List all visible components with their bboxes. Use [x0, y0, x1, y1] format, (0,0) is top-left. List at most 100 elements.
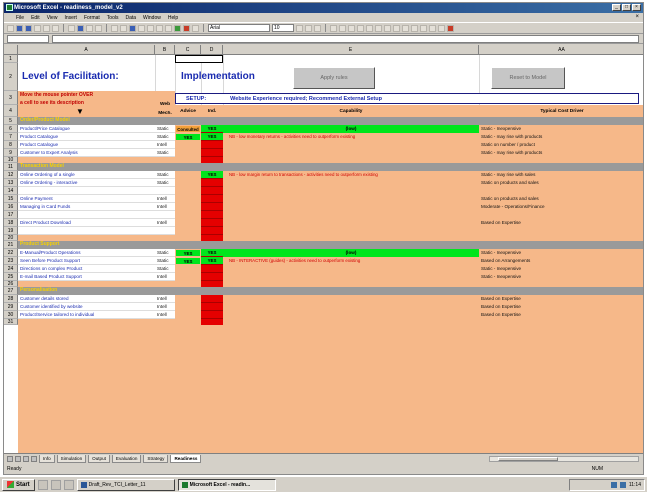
tray-volume-icon[interactable] [619, 482, 626, 488]
open-icon[interactable] [16, 24, 23, 32]
borders-icon[interactable] [429, 24, 436, 32]
scrollbar-thumb[interactable] [498, 457, 558, 461]
percent-icon[interactable] [375, 24, 382, 32]
row-header[interactable]: 8 [4, 141, 18, 149]
redo-icon[interactable] [120, 24, 127, 32]
new-icon[interactable] [7, 24, 14, 32]
reset-to-model-button[interactable]: Reset to Model [491, 67, 565, 89]
column-header-e[interactable]: E [223, 45, 479, 55]
currency-icon[interactable] [366, 24, 373, 32]
row-header[interactable]: 12 [4, 171, 18, 179]
menu-insert[interactable]: Insert [64, 15, 77, 21]
font-color-icon[interactable] [447, 24, 454, 32]
row-header[interactable]: 21 [4, 241, 18, 249]
quicklaunch-desktop-icon[interactable] [37, 479, 48, 490]
autosum-icon[interactable] [138, 24, 145, 32]
sort-descending-icon[interactable] [165, 24, 172, 32]
sheet-tab-simulation[interactable]: Simulation [56, 454, 87, 463]
sheet-tab-strategy[interactable]: Strategy [143, 454, 169, 463]
row-header[interactable]: 31 [4, 319, 18, 325]
align-right-icon[interactable] [348, 24, 355, 32]
copy-icon[interactable] [77, 24, 84, 32]
column-header-d[interactable]: D [201, 45, 223, 55]
function-icon[interactable] [147, 24, 154, 32]
select-all-corner[interactable] [4, 45, 18, 55]
align-center-icon[interactable] [339, 24, 346, 32]
menu-edit[interactable]: Edit [31, 15, 40, 21]
sheet-tab-evaluation[interactable]: Evaluation [111, 454, 142, 463]
column-header-b[interactable]: B [155, 45, 175, 55]
row-header[interactable]: 25 [4, 273, 18, 281]
minimize-button[interactable]: _ [612, 4, 621, 11]
row-header[interactable]: 29 [4, 303, 18, 311]
menu-view[interactable]: View [47, 15, 58, 21]
italic-icon[interactable] [305, 24, 312, 32]
menu-tools[interactable]: Tools [107, 15, 119, 21]
font-name-select[interactable]: Arial [208, 24, 270, 32]
merge-center-icon[interactable] [357, 24, 364, 32]
bold-icon[interactable] [296, 24, 303, 32]
menu-help[interactable]: Help [168, 15, 178, 21]
first-sheet-button[interactable] [7, 455, 13, 462]
formula-input[interactable] [52, 34, 639, 43]
row-header[interactable]: 3 [4, 91, 18, 105]
align-left-icon[interactable] [330, 24, 337, 32]
format-painter-icon[interactable] [95, 24, 102, 32]
paste-icon[interactable] [86, 24, 93, 32]
next-sheet-button[interactable] [23, 455, 29, 462]
row-header[interactable]: 14 [4, 187, 18, 195]
hyperlink-icon[interactable] [129, 24, 136, 32]
sheet-tab-info[interactable]: Info [39, 454, 55, 463]
save-icon[interactable] [25, 24, 32, 32]
row-header[interactable]: 2 [4, 63, 18, 91]
menu-window[interactable]: Window [143, 15, 161, 21]
worksheet[interactable]: Level of Facilitation: Implementation Appl… [4, 45, 643, 453]
horizontal-scrollbar[interactable] [489, 456, 639, 462]
row-header[interactable]: 1 [4, 55, 18, 63]
last-sheet-button[interactable] [31, 455, 37, 462]
excel-app-icon[interactable] [6, 4, 13, 11]
tray-network-icon[interactable] [610, 482, 617, 488]
title-bar[interactable]: Microsoft Excel - readiness_model_v2 _ □… [4, 3, 643, 13]
drawing-icon[interactable] [183, 24, 190, 32]
spelling-icon[interactable] [52, 24, 59, 32]
column-header-a[interactable]: A [18, 45, 155, 55]
sort-ascending-icon[interactable] [156, 24, 163, 32]
row-header[interactable]: 19 [4, 227, 18, 235]
decrease-indent-icon[interactable] [411, 24, 418, 32]
undo-icon[interactable] [111, 24, 118, 32]
sheet-tab-readiness[interactable]: Readiness [170, 454, 202, 463]
taskbar-task[interactable]: Draft_Rev_TCI_Letter_11 [76, 478, 175, 491]
row-header[interactable]: 27 [4, 287, 18, 295]
close-button[interactable]: × [632, 4, 641, 11]
row-header[interactable]: 17 [4, 211, 18, 219]
row-header[interactable]: 4 [4, 105, 18, 117]
row-header[interactable]: 30 [4, 311, 18, 319]
selected-cell[interactable] [175, 55, 223, 63]
prev-sheet-button[interactable] [15, 455, 21, 462]
apply-rules-button[interactable]: Apply rules [293, 67, 375, 89]
sheet-tab-output[interactable]: Output [88, 454, 110, 463]
row-header[interactable]: 7 [4, 133, 18, 141]
comma-icon[interactable] [384, 24, 391, 32]
row-header[interactable]: 18 [4, 219, 18, 227]
row-header[interactable]: 13 [4, 179, 18, 187]
row-header[interactable]: 6 [4, 125, 18, 133]
row-header[interactable]: 28 [4, 295, 18, 303]
cut-icon[interactable] [68, 24, 75, 32]
column-header-c[interactable]: C [175, 45, 201, 55]
taskbar-task[interactable]: Microsoft Excel - readin... [177, 478, 276, 491]
chart-wizard-icon[interactable] [174, 24, 181, 32]
menu-format[interactable]: Format [84, 15, 100, 21]
increase-indent-icon[interactable] [420, 24, 427, 32]
underline-icon[interactable] [314, 24, 321, 32]
fill-color-icon[interactable] [438, 24, 445, 32]
quicklaunch-outlook-icon[interactable] [63, 479, 74, 490]
zoom-icon[interactable] [192, 24, 199, 32]
row-header[interactable]: 5 [4, 117, 18, 125]
row-header[interactable]: 16 [4, 203, 18, 211]
row-header[interactable]: 15 [4, 195, 18, 203]
increase-decimal-icon[interactable] [393, 24, 400, 32]
menu-data[interactable]: Data [125, 15, 136, 21]
close-workbook-icon[interactable]: × [635, 14, 639, 20]
